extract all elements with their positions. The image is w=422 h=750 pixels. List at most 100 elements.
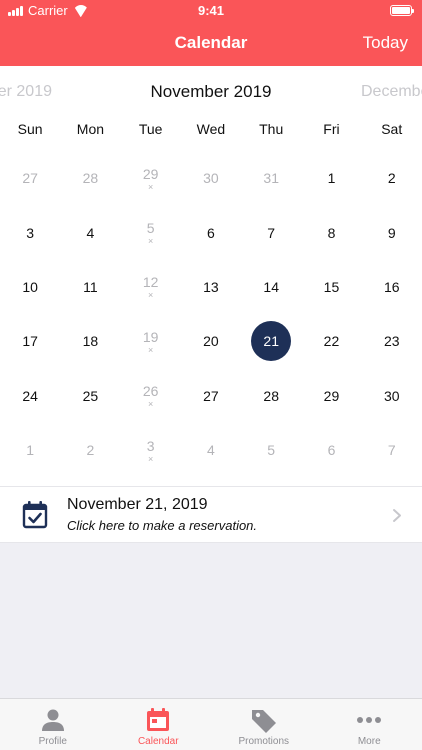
day-grid: 27 28 29 × 30 31 1 2 3 4 5 × 6 7 8 9 10 11 12 × 13 14 15 16 17 18… [0, 151, 422, 477]
day-cell[interactable]: 17 [0, 314, 60, 368]
day-cell[interactable]: 3 × [121, 423, 181, 477]
day-number: 2 [387, 170, 396, 187]
day-number: 7 [387, 442, 396, 459]
next-month[interactable]: December 2019 [361, 83, 422, 101]
calendar-check-icon [22, 501, 48, 529]
day-cell[interactable]: 31 [241, 151, 301, 205]
day-cell[interactable]: 15 [301, 260, 361, 314]
day-cell[interactable]: 22 [301, 314, 361, 368]
day-number: 12 [142, 274, 159, 291]
day-cell[interactable]: 5 × [121, 205, 181, 259]
day-cell[interactable]: 28 [60, 151, 120, 205]
week-row: 17 18 19 × 20 21 22 23 [0, 314, 422, 368]
day-cell[interactable]: 26 × [121, 369, 181, 423]
tab-calendar[interactable]: Calendar [106, 699, 212, 750]
tab-profile[interactable]: Profile [0, 699, 106, 750]
day-number: 1 [327, 170, 336, 187]
day-number: 8 [327, 224, 336, 241]
day-number: 7 [267, 224, 276, 241]
day-cell[interactable]: 16 [362, 260, 422, 314]
day-number: 3 [146, 437, 155, 454]
day-number: 22 [323, 333, 340, 350]
week-row: 3 4 5 × 6 7 8 9 [0, 205, 422, 259]
day-cell-selected[interactable]: 21 [241, 314, 301, 368]
week-row: 27 28 29 × 30 31 1 2 [0, 151, 422, 205]
day-cell[interactable]: 29 [301, 369, 361, 423]
tab-promotions[interactable]: Promotions [211, 699, 317, 750]
day-cell[interactable]: 27 [181, 369, 241, 423]
month-switcher: October 2019 November 2019 December 2019 [0, 66, 422, 118]
day-cell[interactable]: 30 [362, 369, 422, 423]
day-number: 18 [82, 333, 99, 350]
day-cell[interactable]: 7 [362, 423, 422, 477]
today-button[interactable]: Today [363, 33, 408, 53]
day-cell[interactable]: 9 [362, 205, 422, 259]
day-cell[interactable]: 24 [0, 369, 60, 423]
day-cell[interactable]: 13 [181, 260, 241, 314]
day-number: 19 [142, 328, 159, 345]
week-row: 1 2 3 × 4 5 6 7 [0, 423, 422, 477]
unavailable-mark: × [148, 399, 154, 410]
unavailable-mark: × [148, 236, 154, 247]
day-cell[interactable]: 8 [301, 205, 361, 259]
day-cell[interactable]: 27 [0, 151, 60, 205]
day-number: 16 [383, 278, 400, 295]
day-cell[interactable]: 14 [241, 260, 301, 314]
day-number: 2 [86, 442, 95, 459]
day-number: 5 [146, 220, 155, 237]
day-cell[interactable]: 4 [181, 423, 241, 477]
day-cell[interactable]: 23 [362, 314, 422, 368]
day-cell[interactable]: 6 [301, 423, 361, 477]
battery-level [392, 7, 410, 14]
calendar: October 2019 November 2019 December 2019… [0, 66, 422, 542]
day-cell[interactable]: 4 [60, 205, 120, 259]
day-cell[interactable]: 6 [181, 205, 241, 259]
day-cell[interactable]: 25 [60, 369, 120, 423]
day-cell[interactable]: 5 [241, 423, 301, 477]
day-cell[interactable]: 11 [60, 260, 120, 314]
day-cell[interactable]: 3 [0, 205, 60, 259]
weekday-header: Sun Mon Tue Wed Thu Fri Sat [0, 121, 422, 143]
day-number: 3 [26, 224, 35, 241]
unavailable-mark: × [148, 344, 154, 355]
day-number: 1 [26, 442, 35, 459]
day-cell[interactable]: 2 [60, 423, 120, 477]
status-time: 9:41 [197, 3, 225, 18]
day-number: 31 [263, 170, 279, 187]
day-number: 11 [83, 278, 98, 295]
reservation-cta: Click here to make a reservation. [67, 518, 258, 533]
weekday-label: Thu [259, 121, 284, 137]
day-number: 15 [323, 278, 340, 295]
weekday-label: Tue [138, 121, 163, 137]
day-cell[interactable]: 18 [60, 314, 120, 368]
day-number: 4 [207, 442, 215, 459]
unavailable-mark: × [148, 453, 154, 464]
day-cell[interactable]: 29 × [121, 151, 181, 205]
day-number: 6 [207, 224, 215, 241]
day-cell[interactable]: 19 × [121, 314, 181, 368]
weekday-label: Sat [381, 121, 403, 137]
day-number: 17 [22, 333, 38, 350]
day-cell[interactable]: 1 [0, 423, 60, 477]
day-cell[interactable]: 2 [362, 151, 422, 205]
day-cell[interactable]: 30 [181, 151, 241, 205]
day-cell[interactable]: 1 [301, 151, 361, 205]
day-cell[interactable]: 7 [241, 205, 301, 259]
day-cell[interactable]: 28 [241, 369, 301, 423]
day-cell[interactable]: 12 × [121, 260, 181, 314]
day-number: 27 [203, 387, 219, 404]
tab-more[interactable]: More [317, 699, 422, 750]
day-cell[interactable]: 20 [181, 314, 241, 368]
reservation-row[interactable]: November 21, 2019 Click here to make a r… [0, 486, 422, 543]
day-number: 9 [387, 224, 396, 241]
page-title: Calendar [174, 33, 248, 52]
day-number: 27 [22, 170, 38, 187]
reservation-date: November 21, 2019 [67, 496, 208, 513]
week-row: 24 25 26 × 27 28 29 30 [0, 369, 422, 423]
unavailable-mark: × [148, 181, 154, 192]
header: Carrier 9:41 Calendar Today [0, 0, 422, 66]
day-number: 10 [22, 278, 38, 295]
day-cell[interactable]: 10 [0, 260, 60, 314]
day-number: 28 [263, 387, 279, 404]
day-number: 5 [267, 442, 276, 459]
